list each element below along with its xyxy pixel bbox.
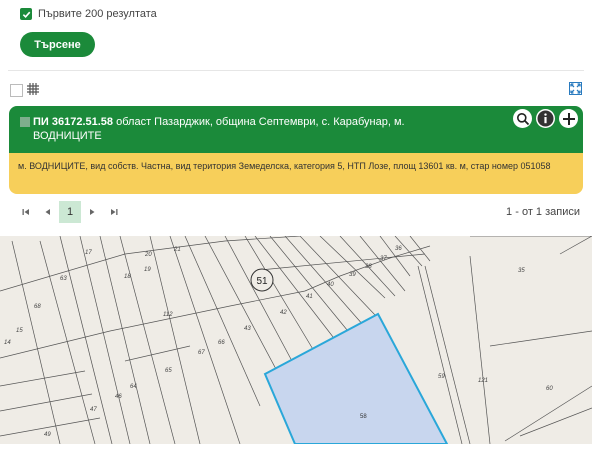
first-page-button[interactable] — [15, 201, 37, 223]
parcel-icon — [20, 117, 30, 127]
parcel-label: 40 — [327, 282, 334, 288]
parcel-label: 39 — [349, 272, 356, 278]
parcel-label: 68 — [34, 304, 41, 310]
zoom-to-button[interactable] — [513, 109, 532, 128]
parcel-label: 19 — [144, 267, 151, 273]
info-button[interactable] — [536, 109, 555, 128]
parcel-label: 49 — [44, 432, 51, 438]
magnifier-icon — [516, 112, 529, 125]
next-page-button[interactable] — [81, 201, 103, 223]
parcel-label: 20 — [144, 252, 152, 258]
parcel-label: 60 — [546, 386, 553, 392]
result-card-header: ПИ 36172.51.58 област Пазарджик, община … — [9, 106, 583, 153]
result-title: ПИ 36172.51.58 област Пазарджик, община … — [33, 115, 438, 143]
parcel-label: 42 — [280, 310, 287, 316]
check-icon — [22, 11, 30, 18]
parcel-label: 66 — [218, 340, 225, 346]
cadastral-map[interactable]: 51 58 17 20 21 19 18 63 68 15 14 112 67 … — [0, 235, 592, 445]
parcel-label: 15 — [16, 328, 23, 334]
parcel-label: 46 — [115, 394, 122, 400]
pagination: 1 — [15, 201, 125, 223]
search-button[interactable]: Търсене — [20, 32, 95, 57]
first-results-checkbox[interactable] — [20, 8, 32, 20]
result-id: ПИ 36172.51.58 — [33, 116, 114, 128]
last-page-icon — [111, 209, 118, 215]
info-icon — [537, 110, 554, 127]
result-card[interactable]: ПИ 36172.51.58 област Пазарджик, община … — [9, 106, 583, 194]
result-actions — [513, 109, 578, 128]
selected-parcel-highlight[interactable] — [263, 312, 449, 445]
parcel-label: 112 — [163, 312, 173, 318]
last-page-button[interactable] — [103, 201, 125, 223]
search-panel: Първите 200 резултата Търсене ПИ 36172.5… — [0, 0, 592, 236]
parcel-label: 17 — [85, 250, 92, 256]
parcel-label: 63 — [60, 276, 67, 282]
parcel-label: 14 — [4, 340, 11, 346]
first-page-icon — [22, 209, 29, 215]
parcel-label: 65 — [165, 368, 172, 374]
selected-parcel-label: 58 — [360, 414, 367, 420]
records-summary: 1 - от 1 записи — [506, 206, 580, 218]
parcel-label: 121 — [478, 378, 488, 384]
parcel-label: 37 — [380, 256, 387, 262]
parcel-label: 21 — [173, 247, 181, 253]
divider — [8, 70, 584, 71]
expand-icon[interactable] — [569, 82, 582, 95]
select-all-checkbox[interactable] — [10, 84, 23, 97]
parcel-label: 59 — [438, 374, 445, 380]
parcel-label: 47 — [90, 407, 97, 413]
first-results-label: Първите 200 резултата — [38, 8, 157, 20]
add-button[interactable] — [559, 109, 578, 128]
map-canvas[interactable]: 51 58 17 20 21 19 18 63 68 15 14 112 67 … — [0, 235, 592, 445]
prev-icon — [45, 209, 50, 215]
parcel-label: 35 — [518, 268, 525, 274]
grid-icon[interactable] — [26, 82, 40, 96]
parcel-label: 41 — [306, 294, 313, 300]
parcel-label: 64 — [130, 384, 137, 390]
parcel-label: 67 — [198, 350, 205, 356]
plus-icon — [562, 112, 575, 125]
parcel-label: 43 — [244, 326, 251, 332]
parcel-label: 38 — [365, 264, 372, 270]
parcel-label: 36 — [395, 246, 402, 252]
prev-page-button[interactable] — [37, 201, 59, 223]
result-details: м. ВОДНИЦИТЕ, вид собств. Частна, вид те… — [9, 153, 583, 194]
page-number[interactable]: 1 — [59, 201, 81, 223]
next-icon — [90, 209, 95, 215]
first-results-option[interactable]: Първите 200 резултата — [20, 8, 157, 20]
zone-label: 51 — [256, 276, 268, 287]
parcel-label: 18 — [124, 274, 131, 280]
